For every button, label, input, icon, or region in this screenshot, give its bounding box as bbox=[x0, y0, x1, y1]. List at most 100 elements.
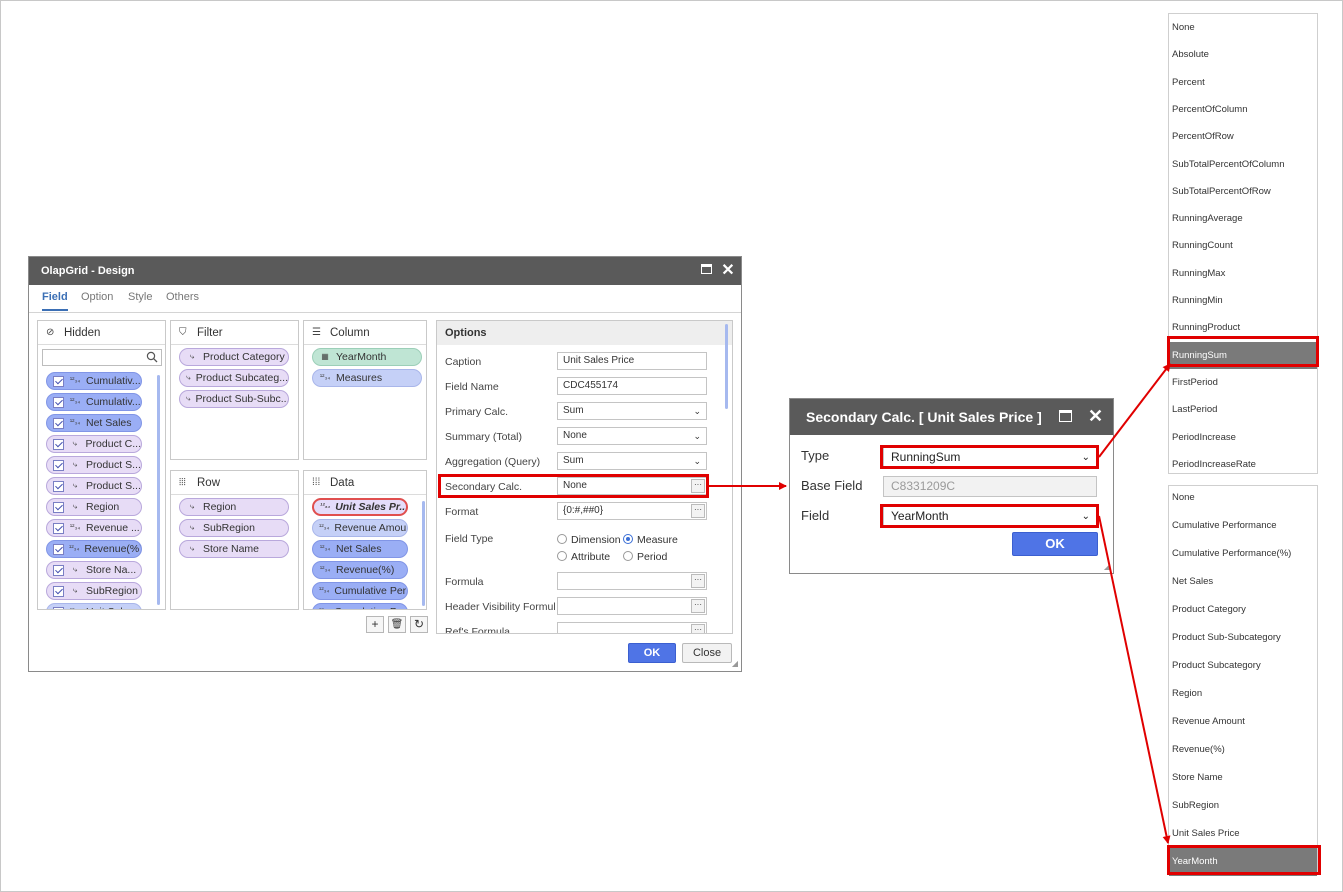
refresh-button[interactable]: ↻ bbox=[410, 616, 428, 633]
formula-input[interactable]: ··· bbox=[557, 572, 707, 590]
data-scrollbar[interactable] bbox=[422, 501, 425, 606]
aggregation-select[interactable]: Sum ⌄ bbox=[557, 452, 707, 470]
secondary-calc-input[interactable]: None ··· bbox=[557, 477, 707, 495]
list-item[interactable]: SubTotalPercentOfColumn bbox=[1169, 151, 1317, 178]
maximize-icon[interactable] bbox=[701, 264, 715, 278]
radio-attribute[interactable]: Attribute bbox=[557, 549, 623, 566]
field-chip[interactable]: ¹²₃₄ Cumulative Per... bbox=[312, 582, 408, 600]
ellipsis-button[interactable]: ··· bbox=[691, 504, 705, 518]
list-item[interactable]: Absolute bbox=[1169, 41, 1317, 68]
ellipsis-button[interactable]: ··· bbox=[691, 624, 705, 633]
field-name-input[interactable]: CDC455174 bbox=[557, 377, 707, 395]
field-chip[interactable]: ⤷ Region bbox=[179, 498, 289, 516]
field-chip[interactable]: ¹²₃₄ Revenue(%) bbox=[312, 561, 408, 579]
radio-measure[interactable]: Measure bbox=[623, 534, 678, 546]
checkbox[interactable] bbox=[53, 564, 64, 576]
checkbox[interactable] bbox=[53, 606, 64, 609]
field-chip[interactable]: ⤷ SubRegion bbox=[46, 582, 142, 600]
tab-option[interactable]: Option bbox=[81, 291, 113, 309]
field-chip[interactable]: ¹²₃₄ Revenue(%) bbox=[46, 540, 142, 558]
field-chip[interactable]: ¹²₃₄ Revenue ... bbox=[46, 519, 142, 537]
checkbox[interactable] bbox=[53, 396, 64, 408]
resize-grip-icon[interactable]: ◢ bbox=[732, 659, 738, 668]
field-chip[interactable]: ¹²₃₄ Net Sales bbox=[46, 414, 142, 432]
list-item[interactable]: YearMonth bbox=[1169, 848, 1317, 876]
list-item[interactable]: RunningAverage bbox=[1169, 205, 1317, 232]
tab-field[interactable]: Field bbox=[42, 291, 68, 311]
field-chip[interactable]: ¹²₃₄ Unit Sales Pr... bbox=[312, 498, 408, 516]
header-visibility-input[interactable]: ··· bbox=[557, 597, 707, 615]
list-item[interactable]: RunningSum bbox=[1169, 341, 1317, 369]
list-item[interactable]: Cumulative Performance(%) bbox=[1169, 540, 1317, 568]
caption-input[interactable]: Unit Sales Price bbox=[557, 352, 707, 370]
checkbox[interactable] bbox=[53, 585, 64, 597]
type-select[interactable]: RunningSum ⌄ bbox=[883, 447, 1097, 468]
list-item[interactable]: Product Sub-Subcategory bbox=[1169, 624, 1317, 652]
field-chip[interactable]: ⤷ Product S... bbox=[46, 456, 142, 474]
tab-others[interactable]: Others bbox=[166, 291, 199, 309]
field-chip[interactable]: ⤷ Product S... bbox=[46, 477, 142, 495]
field-chip[interactable]: ⤷ Product Subcateg... bbox=[179, 369, 289, 387]
field-chip[interactable]: ⤷ Store Na... bbox=[46, 561, 142, 579]
list-item[interactable]: LastPeriod bbox=[1169, 396, 1317, 423]
ref-formula-input[interactable]: ··· bbox=[557, 622, 707, 633]
list-item[interactable]: None bbox=[1169, 484, 1317, 512]
primary-calc-select[interactable]: Sum ⌄ bbox=[557, 402, 707, 420]
list-item[interactable]: None bbox=[1169, 14, 1317, 41]
secondary-ok-button[interactable]: OK bbox=[1012, 532, 1098, 556]
hidden-search-input[interactable] bbox=[42, 349, 162, 366]
summary-select[interactable]: None ⌄ bbox=[557, 427, 707, 445]
list-item[interactable]: Revenue(%) bbox=[1169, 736, 1317, 764]
field-chip[interactable]: ⤷ Region bbox=[46, 498, 142, 516]
checkbox[interactable] bbox=[53, 459, 64, 471]
list-item[interactable]: RunningCount bbox=[1169, 232, 1317, 259]
list-item[interactable]: RunningMax bbox=[1169, 260, 1317, 287]
add-field-button[interactable]: + bbox=[366, 616, 384, 633]
field-chip[interactable]: ▦ YearMonth bbox=[312, 348, 422, 366]
checkbox[interactable] bbox=[53, 438, 64, 450]
list-item[interactable]: Cumulative Performance bbox=[1169, 512, 1317, 540]
list-item[interactable]: SubRegion bbox=[1169, 792, 1317, 820]
checkbox[interactable] bbox=[53, 543, 64, 555]
close-icon[interactable]: ✕ bbox=[1088, 407, 1103, 425]
close-button[interactable]: Close bbox=[682, 643, 732, 663]
list-item[interactable]: Region bbox=[1169, 680, 1317, 708]
list-item[interactable]: Unit Sales Price bbox=[1169, 820, 1317, 848]
list-item[interactable]: Net Sales bbox=[1169, 568, 1317, 596]
list-item[interactable]: Store Name bbox=[1169, 764, 1317, 792]
resize-grip-icon[interactable]: ◢ bbox=[1104, 562, 1110, 571]
checkbox[interactable] bbox=[53, 501, 64, 513]
checkbox[interactable] bbox=[53, 417, 64, 429]
ellipsis-button[interactable]: ··· bbox=[691, 599, 705, 613]
list-item[interactable]: Product Category bbox=[1169, 596, 1317, 624]
field-chip[interactable]: ⤷ Product C... bbox=[46, 435, 142, 453]
field-chip[interactable]: ¹²₃₄ Cumulativ... bbox=[46, 372, 142, 390]
field-chip[interactable]: ⤷ Store Name bbox=[179, 540, 289, 558]
list-item[interactable]: SubTotalPercentOfRow bbox=[1169, 178, 1317, 205]
hidden-scrollbar[interactable] bbox=[157, 375, 160, 605]
list-item[interactable]: Percent bbox=[1169, 69, 1317, 96]
format-input[interactable]: {0:#,##0} ··· bbox=[557, 502, 707, 520]
list-item[interactable]: PercentOfColumn bbox=[1169, 96, 1317, 123]
list-item[interactable]: Product Subcategory bbox=[1169, 652, 1317, 680]
tab-style[interactable]: Style bbox=[128, 291, 152, 309]
list-item[interactable]: PercentOfRow bbox=[1169, 123, 1317, 150]
ellipsis-button[interactable]: ··· bbox=[691, 479, 705, 493]
field-chip[interactable]: ⤷ Product Category bbox=[179, 348, 289, 366]
list-item[interactable]: PeriodIncrease bbox=[1169, 424, 1317, 451]
radio-period[interactable]: Period bbox=[623, 551, 667, 563]
dialog-title-bar[interactable]: OlapGrid - Design ✕ bbox=[29, 257, 741, 285]
field-chip[interactable]: ¹²₃₄ Cumulative Per... bbox=[312, 603, 408, 609]
checkbox[interactable] bbox=[53, 375, 64, 387]
list-item[interactable]: RunningProduct bbox=[1169, 314, 1317, 341]
field-chip[interactable]: ¹²₃₄ Measures bbox=[312, 369, 422, 387]
field-chip[interactable]: ¹²₃₄ Unit Sales bbox=[46, 603, 142, 609]
field-select[interactable]: YearMonth ⌄ bbox=[883, 506, 1097, 527]
field-chip[interactable]: ⤷ Product Sub-Subc... bbox=[179, 390, 289, 408]
close-icon[interactable]: ✕ bbox=[721, 263, 735, 279]
field-chip[interactable]: ¹²₃₄ Net Sales bbox=[312, 540, 408, 558]
field-chip[interactable]: ¹²₃₄ Cumulativ... bbox=[46, 393, 142, 411]
list-item[interactable]: PeriodIncreaseRate bbox=[1169, 451, 1317, 478]
radio-dimension[interactable]: Dimension bbox=[557, 532, 623, 549]
checkbox[interactable] bbox=[53, 480, 64, 492]
